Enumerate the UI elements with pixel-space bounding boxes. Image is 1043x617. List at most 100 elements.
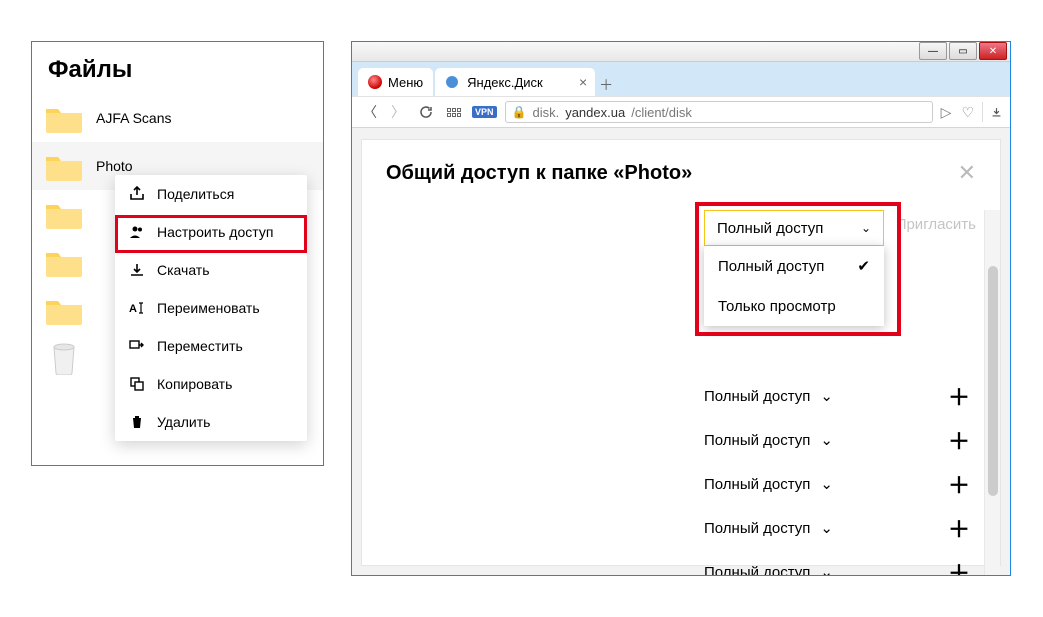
- dropdown-option[interactable]: Полный доступ ✔: [704, 246, 884, 286]
- permission-select[interactable]: Полный доступ ⌄: [704, 563, 833, 575]
- chevron-down-icon: ⌄: [820, 563, 833, 575]
- reload-button[interactable]: [416, 102, 436, 122]
- people-icon: [129, 224, 145, 240]
- add-button[interactable]: ＋: [948, 512, 970, 544]
- context-menu: Поделиться Настроить доступ Скачать A Пе…: [115, 175, 307, 441]
- permission-row: Полный доступ ⌄ ＋: [392, 418, 976, 462]
- ctx-share[interactable]: Поделиться: [115, 175, 307, 213]
- ctx-label: Скачать: [157, 262, 210, 278]
- add-button[interactable]: ＋: [948, 424, 970, 456]
- url-input[interactable]: 🔒 disk. yandex.ua/client/disk: [505, 101, 933, 123]
- url-domain: yandex.ua: [565, 105, 625, 120]
- lock-icon: 🔒: [512, 105, 527, 119]
- chevron-down-icon: ⌄: [861, 221, 871, 235]
- tab-title: Яндекс.Диск: [467, 75, 543, 90]
- perm-label: Полный доступ: [704, 520, 810, 537]
- permission-select[interactable]: Полный доступ ⌄: [704, 210, 884, 246]
- add-button[interactable]: ＋: [948, 468, 970, 500]
- chevron-down-icon: ⌄: [820, 387, 833, 405]
- permission-selected: Полный доступ: [717, 220, 823, 237]
- permission-row: Полный доступ ⌄ ＋: [392, 462, 976, 506]
- permission-select[interactable]: Полный доступ ⌄: [704, 519, 833, 537]
- nav-back-button[interactable]: 〈: [360, 102, 380, 122]
- permission-select[interactable]: Полный доступ ⌄: [704, 387, 833, 405]
- ctx-label: Переименовать: [157, 300, 260, 316]
- option-label: Полный доступ: [718, 258, 824, 275]
- ctx-label: Переместить: [157, 338, 243, 354]
- perm-label: Полный доступ: [704, 564, 810, 576]
- folder-icon: [44, 151, 84, 181]
- chevron-down-icon: ⌄: [820, 475, 833, 493]
- downloads-button[interactable]: [982, 102, 1002, 122]
- share-dialog: Общий доступ к папке «Photo» ✕ Пригласит…: [362, 140, 1000, 565]
- permission-row: Полный доступ ⌄ ＋: [392, 506, 976, 550]
- folder-icon: [44, 295, 84, 325]
- download-icon: [129, 262, 145, 278]
- speed-dial-button[interactable]: [444, 102, 464, 122]
- ctx-download[interactable]: Скачать: [115, 251, 307, 289]
- ctx-label: Копировать: [157, 376, 232, 392]
- tab-favicon: [445, 75, 459, 89]
- chevron-down-icon: ⌄: [820, 519, 833, 537]
- permission-select[interactable]: Полный доступ ⌄: [704, 431, 833, 449]
- browser-tab[interactable]: Яндекс.Диск ×: [435, 68, 595, 96]
- opera-icon: [368, 75, 382, 89]
- window-maximize-button[interactable]: ▭: [949, 42, 977, 60]
- move-icon: [129, 338, 145, 354]
- url-host: disk.: [532, 105, 559, 120]
- folder-icon: [44, 247, 84, 277]
- files-title: Файлы: [32, 42, 323, 94]
- svg-text:A: A: [129, 303, 137, 315]
- ctx-rename[interactable]: A Переименовать: [115, 289, 307, 327]
- folder-label: Photo: [96, 158, 133, 174]
- permission-dropdown: Полный доступ ✔ Только просмотр: [704, 246, 884, 326]
- close-icon[interactable]: ×: [579, 74, 587, 90]
- perm-label: Полный доступ: [704, 476, 810, 493]
- browser-window: — ▭ ✕ Меню Яндекс.Диск × ＋ 〈 〉 VPN: [351, 41, 1011, 576]
- folder-row[interactable]: AJFA Scans: [32, 94, 323, 142]
- permission-row: Полный доступ ⌄ ＋: [392, 550, 976, 575]
- folder-icon: [44, 103, 84, 133]
- window-minimize-button[interactable]: —: [919, 42, 947, 60]
- dialog-title: Общий доступ к папке «Photo»: [386, 162, 692, 185]
- ctx-move[interactable]: Переместить: [115, 327, 307, 365]
- close-icon[interactable]: ✕: [958, 160, 976, 186]
- dropdown-option[interactable]: Только просмотр: [704, 286, 884, 326]
- url-path: /client/disk: [631, 105, 692, 120]
- opera-menu-button[interactable]: Меню: [358, 68, 433, 96]
- ctx-delete[interactable]: Удалить: [115, 403, 307, 441]
- permission-row: Полный доступ ⌄ ＋: [392, 374, 976, 418]
- new-tab-button[interactable]: ＋: [595, 74, 617, 96]
- scrollbar-thumb[interactable]: [988, 266, 998, 496]
- ctx-access[interactable]: Настроить доступ: [115, 213, 307, 251]
- vpn-badge[interactable]: VPN: [472, 106, 497, 118]
- delete-icon: [129, 414, 145, 430]
- check-icon: ✔: [857, 257, 870, 275]
- rename-icon: A: [129, 300, 145, 316]
- perm-label: Полный доступ: [704, 388, 810, 405]
- page-content: Общий доступ к папке «Photo» ✕ Пригласит…: [352, 128, 1010, 575]
- add-button[interactable]: ＋: [948, 556, 970, 575]
- chevron-down-icon: ⌄: [820, 431, 833, 449]
- tab-bar: Меню Яндекс.Диск × ＋: [352, 62, 1010, 96]
- address-bar: 〈 〉 VPN 🔒 disk. yandex.ua/client/disk ▷ ♡: [352, 96, 1010, 128]
- send-icon[interactable]: ▷: [941, 104, 952, 121]
- copy-icon: [129, 376, 145, 392]
- menu-label: Меню: [388, 75, 423, 90]
- window-titlebar: — ▭ ✕: [352, 42, 1010, 62]
- permission-select[interactable]: Полный доступ ⌄: [704, 475, 833, 493]
- heart-icon[interactable]: ♡: [961, 104, 974, 121]
- ctx-copy[interactable]: Копировать: [115, 365, 307, 403]
- perm-label: Полный доступ: [704, 432, 810, 449]
- scrollbar-track[interactable]: [984, 210, 1000, 575]
- ctx-label: Поделиться: [157, 186, 234, 202]
- window-close-button[interactable]: ✕: [979, 42, 1007, 60]
- nav-forward-button[interactable]: 〉: [388, 102, 408, 122]
- option-label: Только просмотр: [718, 298, 836, 315]
- ctx-label: Настроить доступ: [157, 224, 273, 240]
- add-button[interactable]: ＋: [948, 380, 970, 412]
- permission-rows: Полный доступ ⌄ ＋ Полный доступ ⌄ ＋: [392, 374, 976, 575]
- share-icon: [129, 186, 145, 202]
- folder-icon: [44, 199, 84, 229]
- folder-label: AJFA Scans: [96, 110, 171, 126]
